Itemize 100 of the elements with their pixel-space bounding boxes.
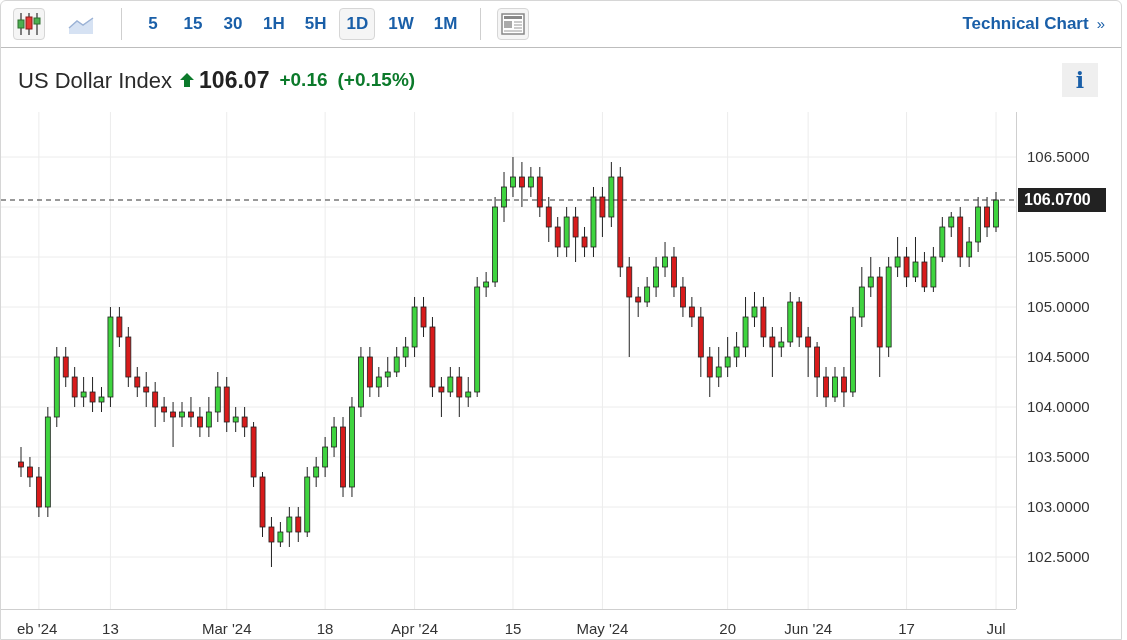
candlestick bbox=[635, 286, 642, 318]
candlestick bbox=[724, 336, 731, 378]
candlestick bbox=[680, 276, 686, 318]
y-axis-label: 105.5000 bbox=[1027, 248, 1090, 265]
technical-chart-link[interactable]: Technical Chart » bbox=[962, 11, 1105, 37]
x-axis-label: 17 bbox=[898, 620, 915, 637]
percent-change: (+0.15%) bbox=[337, 67, 416, 92]
y-axis-label: 106.5000 bbox=[1027, 148, 1090, 165]
candlestick bbox=[286, 506, 293, 548]
x-axis-label: May '24 bbox=[576, 620, 629, 637]
candlestick bbox=[832, 366, 838, 403]
x-axis-label: 15 bbox=[504, 620, 522, 637]
candlestick bbox=[644, 276, 651, 308]
instrument-name: US Dollar Index bbox=[18, 66, 173, 95]
candlestick bbox=[903, 246, 910, 288]
x-axis-label: Jun '24 bbox=[784, 620, 833, 637]
candlestick bbox=[152, 381, 159, 428]
candlestick bbox=[170, 401, 176, 448]
candlestick bbox=[232, 406, 239, 433]
candlestick-chart-button[interactable] bbox=[13, 8, 45, 40]
candlestick bbox=[501, 171, 507, 223]
candlestick bbox=[393, 346, 400, 378]
candlestick bbox=[984, 196, 990, 238]
y-axis-label: 103.5000 bbox=[1027, 448, 1090, 465]
candlestick bbox=[27, 456, 33, 488]
candlestick bbox=[733, 331, 740, 368]
candlestick bbox=[62, 346, 69, 388]
candlestick bbox=[823, 366, 829, 408]
candlestick bbox=[322, 436, 329, 478]
candlestick bbox=[295, 506, 302, 543]
y-axis-label: 103.0000 bbox=[1027, 498, 1090, 515]
x-axis-label: 20 bbox=[719, 620, 736, 637]
candlestick bbox=[751, 291, 758, 328]
candlestick bbox=[662, 241, 668, 278]
candlestick bbox=[80, 376, 87, 408]
x-axis-label: Apr '24 bbox=[391, 620, 439, 637]
candlestick bbox=[519, 161, 525, 208]
x-axis-label: Mar '24 bbox=[201, 620, 252, 637]
y-axis-label: 104.5000 bbox=[1027, 348, 1090, 365]
candlestick bbox=[71, 366, 78, 408]
candlestick bbox=[447, 366, 454, 398]
news-layout-icon bbox=[501, 13, 526, 35]
y-axis-label: 104.0000 bbox=[1027, 398, 1090, 415]
x-axis-label: Jul bbox=[986, 620, 1006, 637]
candlestick bbox=[116, 306, 123, 348]
candlestick bbox=[402, 336, 409, 368]
candlestick bbox=[420, 296, 427, 338]
candlestick bbox=[188, 396, 194, 428]
candlestick bbox=[205, 396, 212, 438]
candlestick bbox=[277, 521, 284, 548]
candlestick bbox=[483, 271, 490, 298]
candlestick bbox=[241, 406, 248, 438]
candlestick bbox=[375, 366, 382, 398]
candlestick bbox=[510, 156, 516, 198]
interval-tab[interactable]: 5H bbox=[297, 8, 334, 40]
y-axis-label: 102.5000 bbox=[1027, 548, 1090, 565]
interval-tab[interactable]: 30 bbox=[216, 8, 250, 40]
x-axis-label: eb '24 bbox=[17, 620, 58, 637]
x-axis-label: 18 bbox=[316, 620, 334, 637]
interval-tab[interactable]: 1D bbox=[339, 8, 376, 40]
interval-tab[interactable]: 5 bbox=[136, 8, 170, 40]
candlestick bbox=[572, 206, 579, 263]
info-button[interactable]: i bbox=[1062, 63, 1098, 97]
candlestick bbox=[653, 256, 659, 298]
candlestick bbox=[98, 386, 105, 413]
interval-tab[interactable]: 15 bbox=[176, 8, 210, 40]
candlestick bbox=[688, 296, 695, 328]
y-axis-label: 105.0000 bbox=[1027, 298, 1090, 315]
interval-tab[interactable]: 1H bbox=[256, 8, 292, 40]
candlestick bbox=[161, 396, 168, 423]
candlestick bbox=[456, 366, 463, 418]
candlestick bbox=[778, 326, 785, 358]
candlestick bbox=[313, 456, 320, 488]
candlestick bbox=[706, 346, 713, 398]
candlestick bbox=[384, 356, 391, 388]
candlestick bbox=[554, 216, 561, 258]
candlestick bbox=[527, 166, 534, 198]
candlestick bbox=[867, 256, 874, 298]
candlestick bbox=[912, 236, 919, 283]
current-price-tag: 106.0700 bbox=[1018, 188, 1106, 212]
price-change: +0.16 bbox=[279, 67, 328, 92]
x-axis-label: 13 bbox=[102, 620, 119, 637]
candlestick bbox=[143, 371, 150, 408]
candlestick bbox=[268, 516, 275, 568]
candlestick bbox=[805, 326, 812, 378]
candlestick bbox=[545, 196, 552, 243]
candlestick bbox=[89, 376, 96, 413]
candlestick bbox=[465, 376, 472, 408]
news-panel-button[interactable] bbox=[497, 8, 530, 40]
candlestick-icon bbox=[16, 12, 42, 36]
candlestick bbox=[599, 186, 606, 238]
candlestick bbox=[18, 446, 24, 478]
candlestick bbox=[134, 366, 141, 398]
candlestick bbox=[331, 416, 337, 458]
interval-tab[interactable]: 1M bbox=[426, 8, 465, 40]
interval-tab[interactable]: 1W bbox=[381, 8, 421, 40]
candlestick bbox=[841, 366, 847, 408]
candlestick bbox=[438, 376, 445, 418]
last-price: 106.07 bbox=[199, 65, 270, 95]
candlestick bbox=[948, 211, 955, 238]
